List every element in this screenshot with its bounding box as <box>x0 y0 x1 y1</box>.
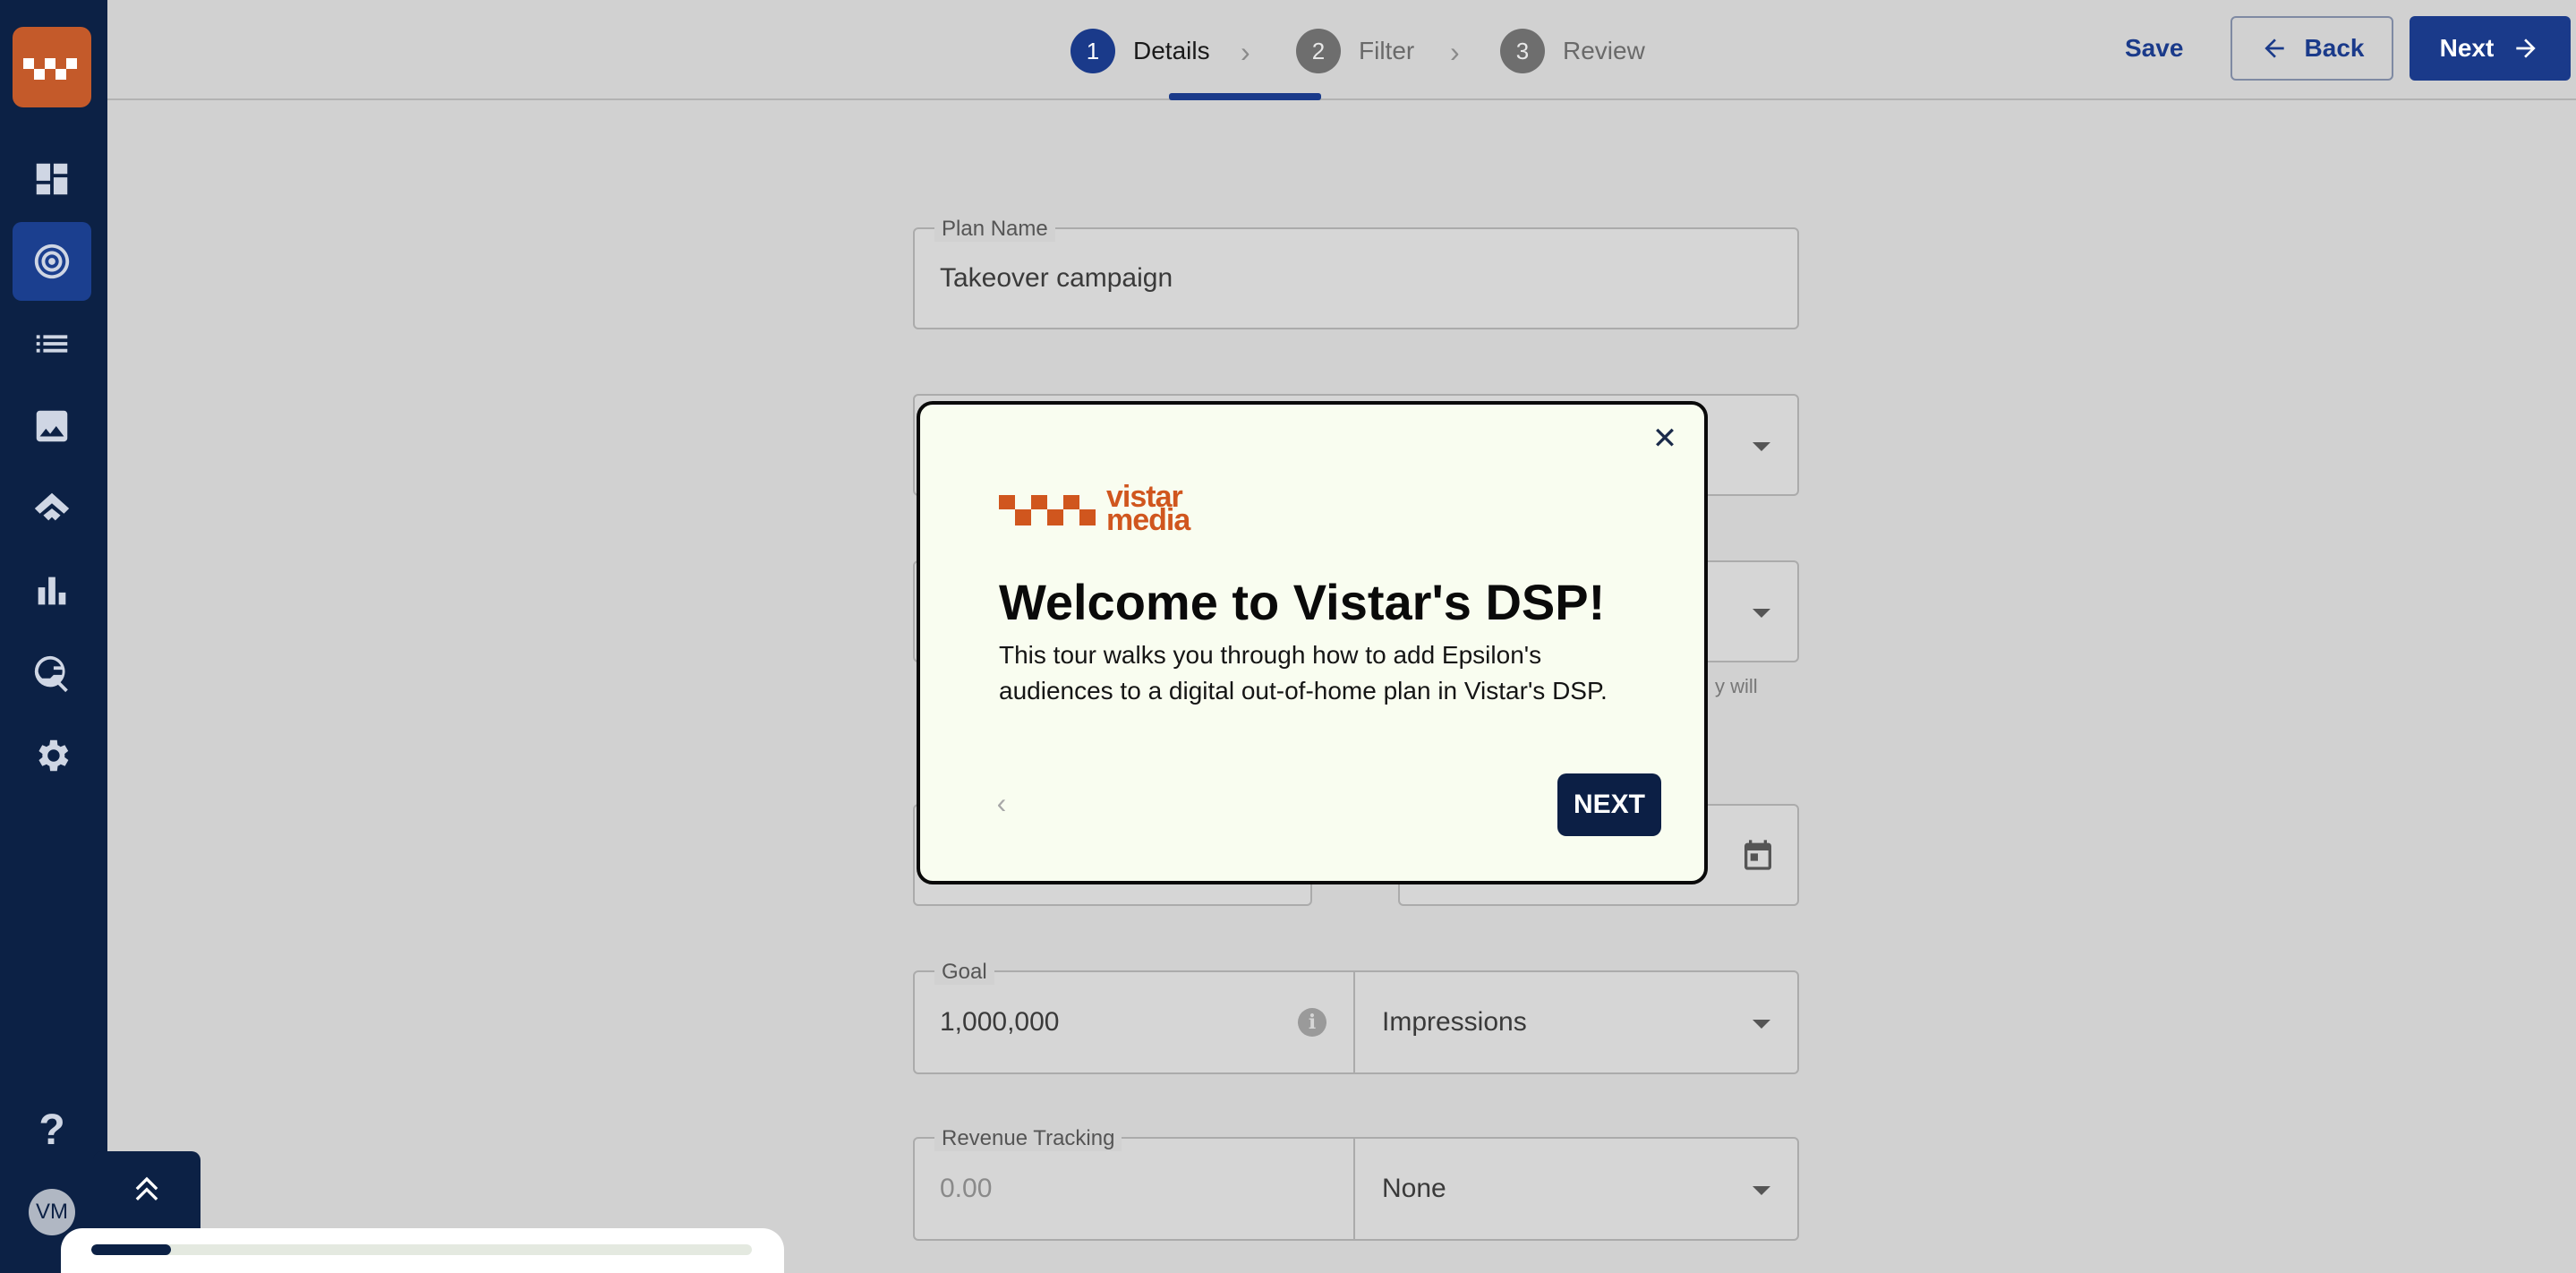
sidebar: ? VM <box>0 0 107 1273</box>
goal-unit-value: Impressions <box>1382 1007 1527 1037</box>
arrow-left-icon <box>2264 38 2284 58</box>
save-button[interactable]: Save <box>2105 16 2203 81</box>
modal-body-text: This tour walks you through how to add E… <box>999 641 1608 705</box>
close-icon[interactable]: ✕ <box>1647 421 1683 457</box>
sidebar-item-dashboard[interactable] <box>13 140 91 218</box>
plan-name-field[interactable]: Plan Name Takeover campaign <box>913 217 1799 329</box>
sidebar-item-plans[interactable] <box>13 222 91 301</box>
dashboard-icon <box>36 163 68 195</box>
back-button[interactable]: Back <box>2231 16 2393 81</box>
avatar[interactable]: VM <box>29 1189 75 1235</box>
back-label: Back <box>2304 34 2365 62</box>
sidebar-item-creatives[interactable] <box>13 387 91 466</box>
revenue-type-value: None <box>1382 1174 1446 1203</box>
sidebar-item-settings[interactable] <box>13 716 91 795</box>
sidebar-item-list[interactable] <box>13 304 91 383</box>
step-label: Review <box>1563 37 1645 64</box>
caret-down-icon <box>1753 442 1770 451</box>
plan-name-label: Plan Name <box>934 217 1055 242</box>
tour-progress-card <box>61 1228 784 1273</box>
goal-value: 1,000,000 <box>940 1007 1060 1037</box>
double-chevron-up-icon <box>135 1176 158 1200</box>
vistar-logo-icon <box>23 58 77 80</box>
caret-down-icon <box>1753 1186 1770 1195</box>
next-label: Next <box>2439 34 2495 62</box>
revenue-placeholder: 0.00 <box>940 1174 993 1203</box>
gear-icon <box>38 739 69 772</box>
logo-wordmark: vistar media <box>1106 480 1190 537</box>
sidebar-item-search[interactable] <box>13 634 91 713</box>
globe-search-icon <box>34 655 68 693</box>
image-icon <box>36 410 68 442</box>
active-step-indicator <box>1169 93 1321 100</box>
vistar-logo-mark-icon <box>999 495 1096 525</box>
list-icon <box>36 335 68 353</box>
sidebar-item-reports[interactable] <box>13 551 91 630</box>
chevron-right-icon: › <box>1241 36 1250 68</box>
helper-text: y will <box>1715 675 1758 697</box>
sidebar-item-deals[interactable] <box>13 469 91 548</box>
previous-step-button[interactable]: ‹ <box>979 781 1024 825</box>
step-number: 1 <box>1070 29 1115 73</box>
revenue-tracking-label: Revenue Tracking <box>934 1126 1122 1151</box>
modal-title: Welcome to Vistar's DSP! <box>999 574 1606 630</box>
target-icon <box>34 243 70 279</box>
chevron-right-icon: › <box>1450 36 1460 68</box>
step-label: Details <box>1133 37 1210 64</box>
step-number: 3 <box>1500 29 1545 73</box>
calendar-icon[interactable] <box>1740 837 1776 873</box>
bar-chart-icon <box>38 577 66 605</box>
plan-name-value: Takeover campaign <box>940 263 1173 293</box>
caret-down-icon <box>1753 609 1770 618</box>
goal-unit-select[interactable]: Impressions <box>1353 970 1799 1074</box>
goal-field[interactable]: Goal 1,000,000 i <box>913 960 1355 1074</box>
step-review[interactable]: 3 Review <box>1500 29 1645 73</box>
step-filter[interactable]: 2 Filter <box>1296 29 1414 73</box>
revenue-tracking-field[interactable]: Revenue Tracking 0.00 <box>913 1126 1355 1241</box>
goal-label: Goal <box>934 960 994 985</box>
tour-progress-bar <box>91 1244 752 1255</box>
modal-next-button[interactable]: NEXT <box>1557 773 1661 836</box>
revenue-type-select[interactable]: None <box>1353 1137 1799 1241</box>
vistar-media-logo: vistar media <box>999 480 1190 537</box>
next-button[interactable]: Next <box>2410 16 2571 81</box>
step-number: 2 <box>1296 29 1341 73</box>
arrow-right-icon <box>2516 38 2537 58</box>
help-button[interactable]: ? <box>13 1090 91 1169</box>
caret-down-icon <box>1753 1020 1770 1029</box>
step-details[interactable]: 1 Details <box>1070 29 1210 73</box>
tour-expand-button[interactable] <box>93 1151 200 1232</box>
welcome-tour-modal: ✕ vistar media Welcome to Vistar's DSP! … <box>917 401 1708 884</box>
handshake-icon <box>34 492 70 521</box>
top-bar: 1 Details › 2 Filter › 3 Review <box>107 0 2576 100</box>
info-icon[interactable]: i <box>1298 1008 1326 1037</box>
tour-progress-fill <box>91 1244 171 1255</box>
step-label: Filter <box>1359 37 1415 64</box>
app-logo[interactable] <box>13 27 91 107</box>
